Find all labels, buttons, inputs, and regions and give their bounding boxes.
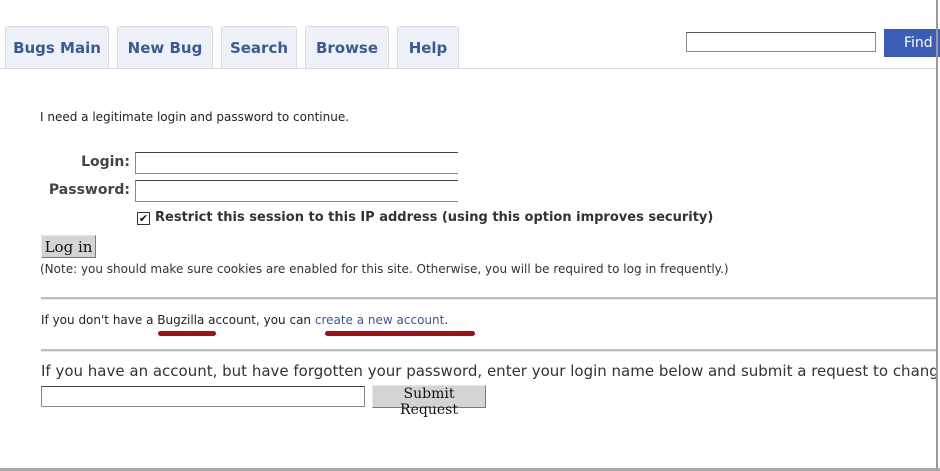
bugzilla-text: Bugzilla — [157, 313, 205, 327]
cookies-note: (Note: you should make sure cookies are … — [40, 262, 729, 276]
tab-bar-divider — [0, 68, 936, 69]
window-frame-right — [936, 0, 938, 471]
restrict-ip-label: Restrict this session to this IP address… — [155, 210, 714, 225]
account-prefix: If you don't have a — [41, 313, 158, 327]
tab-new-bug[interactable]: New Bug — [117, 26, 213, 68]
login-label: Login: — [81, 154, 130, 170]
login-intro-text: I need a legitimate login and password t… — [40, 110, 350, 124]
submit-request-button[interactable]: Submit Request — [372, 385, 486, 418]
account-middle: account, you can — [204, 313, 315, 327]
tab-bugs-main[interactable]: Bugs Main — [5, 26, 109, 68]
new-account-text: If you don't have a Bugzilla account, yo… — [41, 313, 448, 327]
tab-browse[interactable]: Browse — [305, 26, 389, 68]
password-field[interactable] — [135, 180, 458, 202]
login-field[interactable] — [135, 152, 458, 174]
password-label: Password: — [48, 182, 130, 198]
account-suffix: . — [444, 313, 449, 327]
forgot-login-field[interactable] — [41, 386, 365, 407]
create-account-link[interactable]: create a new account — [315, 313, 445, 327]
login-button[interactable]: Log in — [41, 235, 96, 258]
checkmark-icon: ✔ — [138, 212, 149, 225]
divider — [41, 349, 936, 352]
tab-help[interactable]: Help — [397, 26, 459, 68]
forgot-password-text: If you have an account, but have forgott… — [41, 362, 936, 380]
restrict-ip-checkbox[interactable]: ✔ — [137, 212, 150, 225]
find-input[interactable] — [686, 32, 876, 52]
divider — [41, 297, 936, 300]
annotation-underline-create-account — [325, 331, 475, 336]
annotation-underline-bugzilla — [158, 331, 216, 336]
tab-search[interactable]: Search — [221, 26, 297, 68]
find-button[interactable]: Find — [884, 29, 940, 57]
